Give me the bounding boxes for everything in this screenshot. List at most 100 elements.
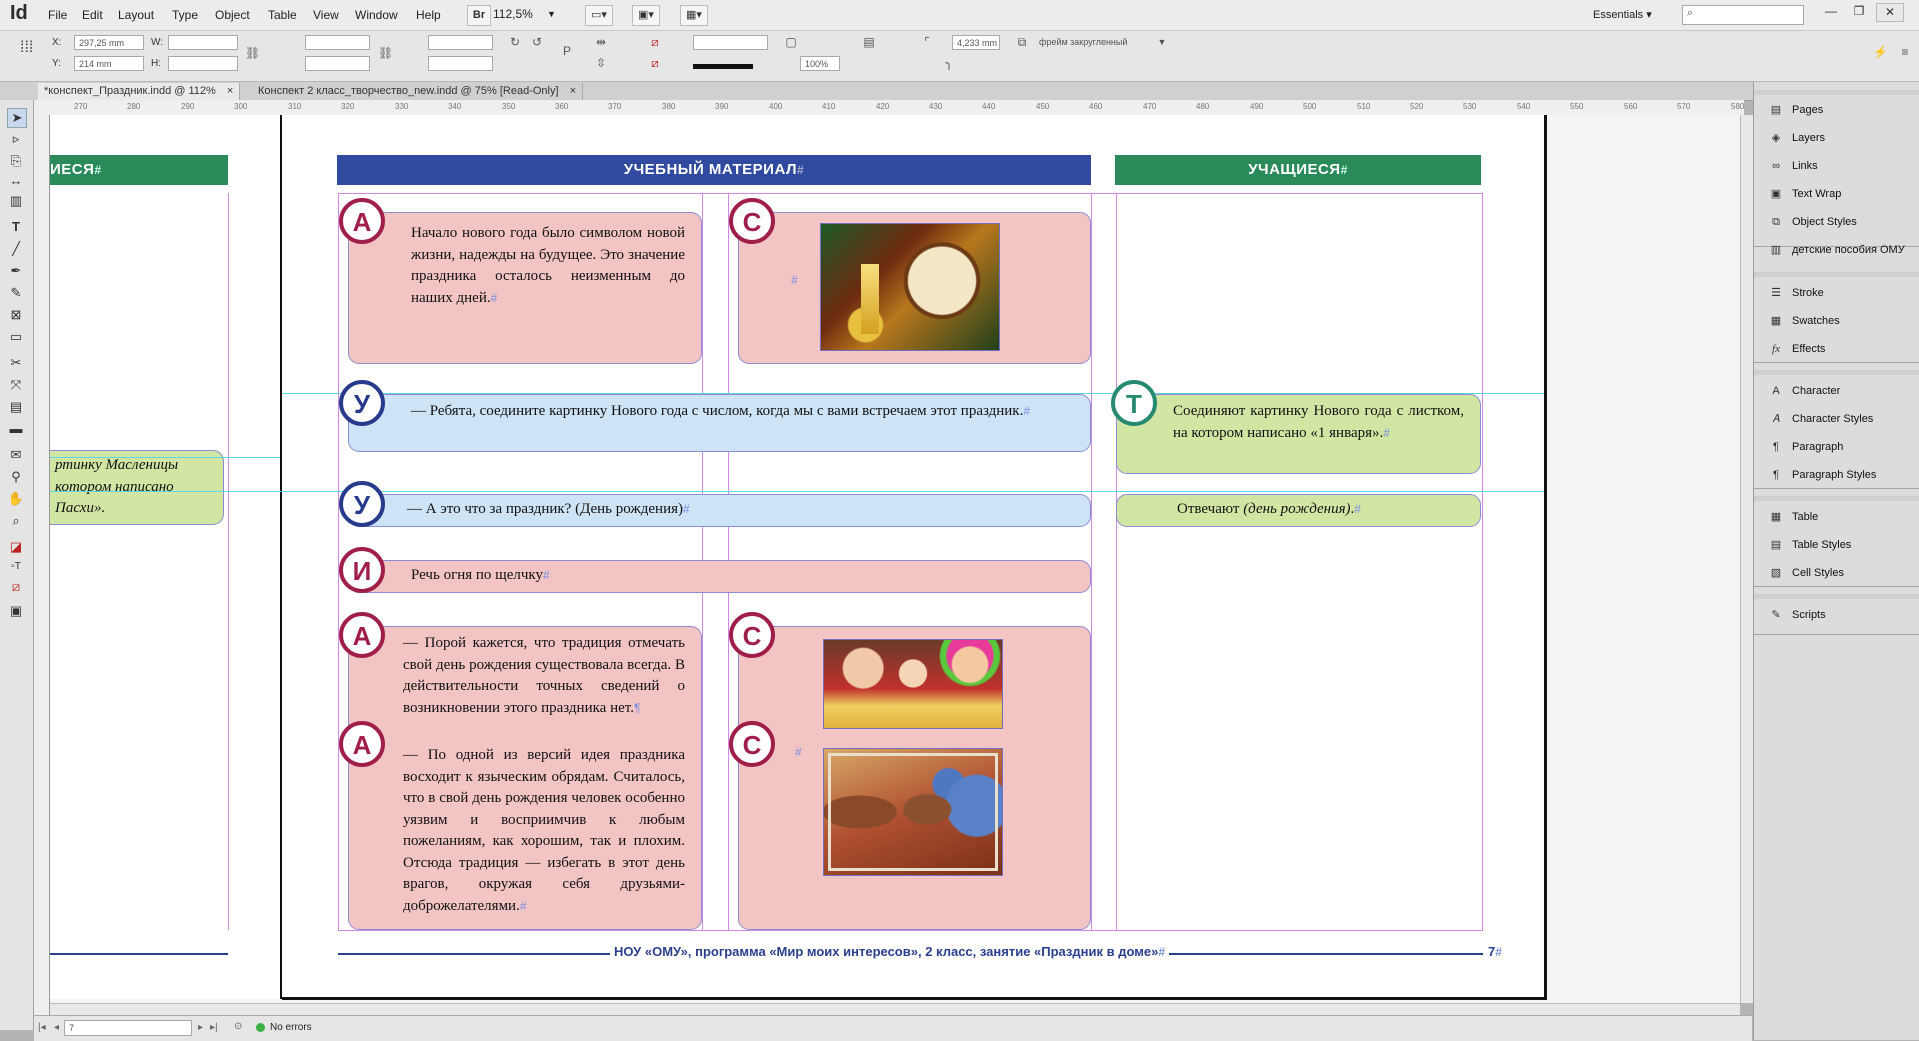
fill-swatch-icon[interactable]: ⧄	[648, 35, 662, 49]
cartoon-birthday-image[interactable]	[823, 748, 1003, 876]
panel-character-styles[interactable]: 𝐴 Character Styles	[1758, 408, 1916, 430]
rotate-ccw-icon[interactable]: ↺	[530, 35, 544, 49]
formatting-affects-icon[interactable]: ▫T	[7, 558, 25, 576]
last-page-icon[interactable]: ▸|	[210, 1022, 218, 1033]
gradient-tool-icon[interactable]: ▤	[7, 398, 25, 416]
constrain-proportions-icon[interactable]: ⛓	[245, 46, 260, 60]
fill-stroke-icon[interactable]: ◪	[7, 538, 25, 556]
zoom-level[interactable]: 112,5%	[493, 7, 533, 21]
block-t-student-answer[interactable]: Соединяют картинку Нового года с листком…	[1116, 394, 1481, 474]
panel-group-grip[interactable]	[1754, 370, 1919, 375]
workspace-switcher[interactable]: Essentials ▾	[1593, 8, 1652, 21]
menu-file[interactable]: File	[48, 8, 67, 22]
new-year-clock-image[interactable]	[820, 223, 1000, 351]
stroke-weight-field[interactable]	[693, 35, 768, 50]
screen-mode-icon[interactable]: ▣	[7, 602, 25, 620]
close-icon[interactable]: ×	[227, 85, 233, 97]
bridge-button[interactable]: Br	[467, 5, 491, 26]
rotate-cw-icon[interactable]: ↻	[508, 35, 522, 49]
eyedropper-tool-icon[interactable]: ⚲	[7, 468, 25, 486]
panel-layers[interactable]: ◈ Layers	[1758, 127, 1916, 149]
free-transform-tool-icon[interactable]: ⤧	[7, 376, 25, 394]
panel-swatches[interactable]: ▦ Swatches	[1758, 310, 1916, 332]
preflight-status[interactable]: No errors	[270, 1022, 312, 1033]
vertical-scrollbar[interactable]	[1740, 115, 1753, 1003]
search-input[interactable]: ⌕	[1682, 5, 1804, 25]
block-u-birthday[interactable]: — А это что за праздник? (День рождения)…	[348, 494, 1091, 527]
type-tool-icon[interactable]: T	[7, 218, 25, 236]
select-container-icon[interactable]: P	[560, 44, 574, 58]
panel-links[interactable]: ∞ Links	[1758, 155, 1916, 177]
panel-group-grip[interactable]	[1754, 594, 1919, 599]
shear-field[interactable]	[428, 56, 493, 71]
panel-paragraph-styles[interactable]: ¶ Paragraph Styles	[1758, 464, 1916, 486]
stroke-swatch-icon[interactable]: ⧄	[648, 56, 662, 70]
preflight-profile-icon[interactable]: ⊙	[234, 1021, 242, 1032]
menu-help[interactable]: Help	[416, 8, 441, 22]
panel-character[interactable]: A Character	[1758, 380, 1916, 402]
gradient-feather-tool-icon[interactable]: ▬	[7, 420, 25, 438]
panel-group-grip[interactable]	[1754, 496, 1919, 501]
block-a-new-year[interactable]: Начало нового года было символом новой ж…	[348, 212, 702, 364]
view-options-button[interactable]: ▭▾	[585, 5, 613, 26]
page-tool-icon[interactable]: ⎘	[7, 152, 25, 170]
arrange-documents-button[interactable]: ▦▾	[680, 5, 708, 26]
document-canvas[interactable]: ИЕСЯ# ртинку Масленицы котором написано …	[50, 115, 1740, 1003]
children-birthday-cake-image[interactable]	[823, 639, 1003, 729]
page-number-field[interactable]: 7	[64, 1020, 192, 1036]
tab-konspekt-prazdnik[interactable]: *конспект_Праздник.indd @ 112% ×	[38, 83, 241, 100]
object-style-select[interactable]: фрейм закругленный	[1035, 35, 1169, 50]
block-u-connect[interactable]: — Ребята, соедините картинку Нового года…	[348, 394, 1091, 452]
x-field[interactable]: 297,25 mm	[74, 35, 144, 50]
restore-button[interactable]: ❐	[1846, 3, 1872, 20]
panel-object-styles[interactable]: ⧉ Object Styles	[1758, 211, 1916, 233]
close-button[interactable]: ✕	[1876, 3, 1904, 22]
scissors-tool-icon[interactable]: ✂	[7, 354, 25, 372]
note-tool-icon[interactable]: ✉	[7, 446, 25, 464]
panel-table[interactable]: ▦ Table	[1758, 506, 1916, 528]
block-c-birthday-images[interactable]: #	[738, 626, 1091, 930]
hand-tool-icon[interactable]: ✋	[7, 490, 25, 508]
first-page-icon[interactable]: |◂	[38, 1022, 46, 1033]
tab-konspekt-2-klass[interactable]: Конспект 2 класс_творчество_new.indd @ 7…	[252, 83, 584, 100]
lightning-icon[interactable]: ⚡	[1873, 45, 1888, 59]
screen-mode-button[interactable]: ▣▾	[632, 5, 660, 26]
reference-point-icon[interactable]: ⁞⁞⁞	[20, 39, 33, 57]
content-collector-icon[interactable]: ▥	[7, 192, 25, 210]
minimize-button[interactable]: —	[1818, 3, 1844, 20]
menu-layout[interactable]: Layout	[118, 8, 154, 22]
w-field[interactable]	[168, 35, 238, 50]
flip-horizontal-icon[interactable]: ⇹	[594, 35, 608, 49]
panel-cell-styles[interactable]: ▧ Cell Styles	[1758, 562, 1916, 584]
opacity-field[interactable]: 100%	[800, 56, 840, 71]
panel-table-styles[interactable]: ▤ Table Styles	[1758, 534, 1916, 556]
next-page-icon[interactable]: ▸	[198, 1022, 203, 1033]
chevron-down-icon[interactable]: ▼	[547, 9, 556, 19]
stroke-type-preview[interactable]	[693, 64, 753, 69]
panel-paragraph[interactable]: ¶ Paragraph	[1758, 436, 1916, 458]
scale-x-field[interactable]	[305, 35, 370, 50]
panel-scripts[interactable]: ✎ Scripts	[1758, 604, 1916, 626]
panel-text-wrap[interactable]: ▣ Text Wrap	[1758, 183, 1916, 205]
left-student-box[interactable]: ртинку Масленицы котором написано Пасхи»…	[50, 450, 224, 525]
rotation-field[interactable]	[428, 35, 493, 50]
pencil-tool-icon[interactable]: ✎	[7, 284, 25, 302]
corner-shape-icon[interactable]: ╮	[942, 56, 956, 70]
flip-vertical-icon[interactable]: ⇳	[594, 56, 608, 70]
panel-library[interactable]: ▥ детские пособия ОМУ	[1758, 239, 1916, 261]
menu-view[interactable]: View	[313, 8, 339, 22]
zoom-tool-icon[interactable]: ⌕	[7, 512, 25, 530]
h-field[interactable]	[168, 56, 238, 71]
scale-y-field[interactable]	[305, 56, 370, 71]
menu-table[interactable]: Table	[268, 8, 297, 22]
corner-options-icon[interactable]: ⌜	[920, 35, 934, 49]
corner-size-field[interactable]: 4,233 mm	[952, 35, 1000, 50]
block-student-birthday[interactable]: Отвечают (день рождения).#	[1116, 494, 1481, 527]
pen-tool-icon[interactable]: ✒	[7, 262, 25, 280]
panel-pages[interactable]: ▤ Pages	[1758, 99, 1916, 121]
panel-menu-icon[interactable]: ≡	[1898, 45, 1912, 59]
chevron-down-icon[interactable]: ▼	[1155, 35, 1169, 49]
block-a-birthday-history[interactable]: — Порой кажется, что традиция отмечать с…	[348, 626, 702, 930]
menu-object[interactable]: Object	[215, 8, 250, 22]
panel-group-grip[interactable]	[1754, 90, 1919, 95]
